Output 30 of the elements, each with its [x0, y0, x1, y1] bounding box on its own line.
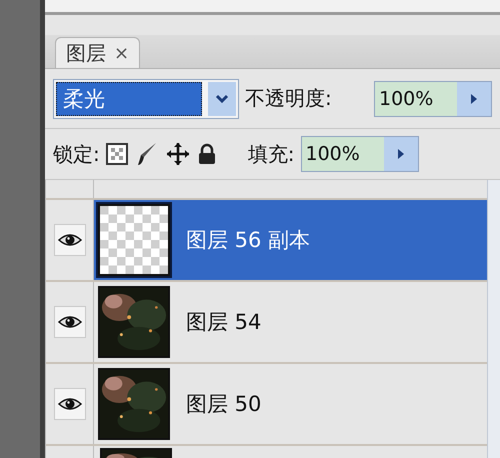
- triangle-right-icon: [470, 92, 478, 104]
- eye-icon: [58, 233, 82, 247]
- brush-icon[interactable]: [136, 141, 158, 167]
- transparency-grid-icon: [100, 206, 168, 274]
- eye-icon: [58, 397, 82, 411]
- lock-transparency-icon[interactable]: [106, 143, 128, 165]
- visibility-toggle[interactable]: [54, 388, 86, 420]
- move-icon[interactable]: [166, 142, 190, 166]
- layer-row[interactable]: 图层 50: [94, 364, 487, 444]
- lock-icon[interactable]: [198, 143, 216, 165]
- eye-icon: [58, 315, 82, 329]
- layer-row[interactable]: 图层 54: [94, 282, 487, 362]
- close-button[interactable]: ×: [114, 42, 130, 64]
- chevron-down-icon: [215, 94, 229, 104]
- tab-label: 图层: [66, 40, 106, 66]
- visibility-toggle[interactable]: [54, 306, 86, 338]
- layer-name: 图层 56 副本: [186, 227, 310, 254]
- layer-row[interactable]: 图层 56 副本: [94, 200, 487, 280]
- layer-name: 图层 50: [186, 391, 262, 418]
- opacity-label: 不透明度:: [245, 85, 332, 112]
- fill-field[interactable]: 100%: [300, 136, 418, 172]
- visibility-toggle[interactable]: [54, 224, 86, 256]
- blend-mode-dropdown[interactable]: 柔光: [53, 78, 239, 118]
- layer-name: 图层 54: [186, 309, 262, 336]
- scrollbar[interactable]: [487, 180, 500, 458]
- layers-tab[interactable]: 图层 ×: [55, 37, 140, 68]
- triangle-right-icon: [396, 148, 404, 160]
- fill-label: 填充:: [248, 140, 294, 168]
- lock-label: 锁定:: [53, 140, 100, 168]
- opacity-field[interactable]: 100%: [374, 80, 492, 116]
